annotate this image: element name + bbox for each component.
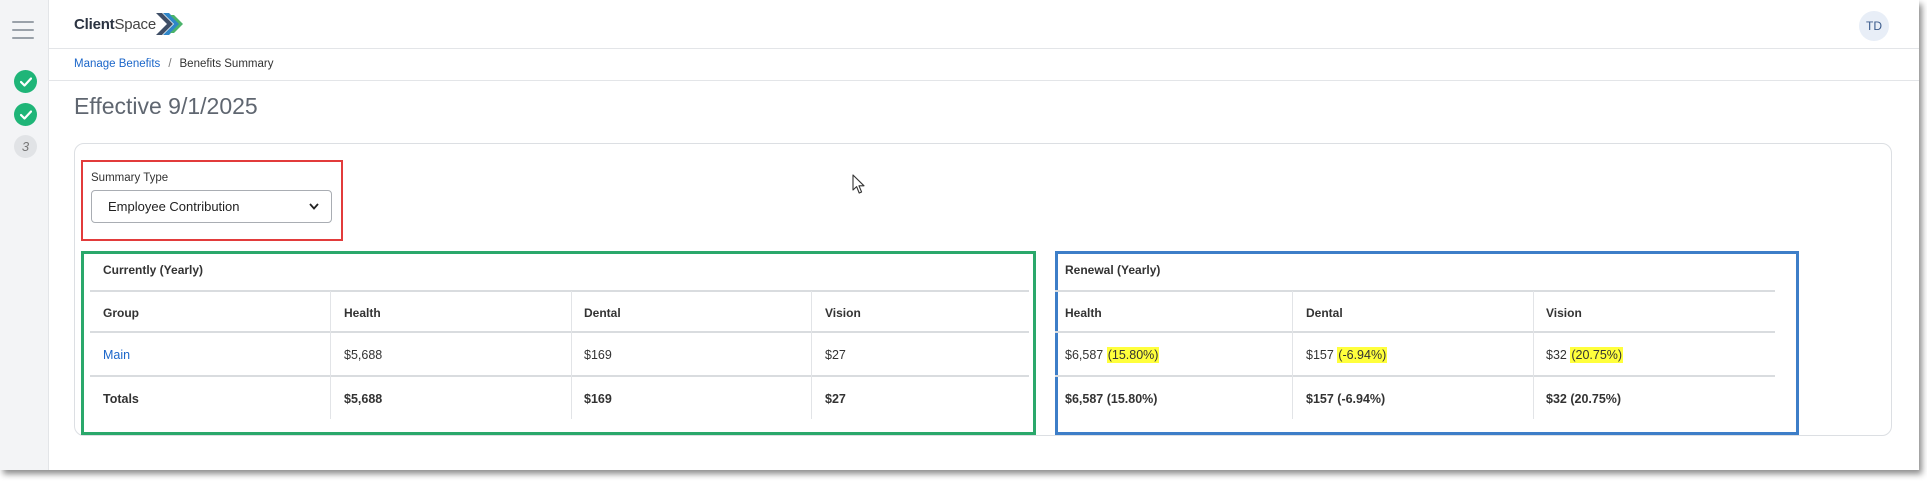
summary-type-select[interactable]: Employee Contribution xyxy=(91,190,332,223)
renewal-health-change-badge: (15.80%) xyxy=(1106,347,1160,363)
renewal-col-header-dental: Dental xyxy=(1306,306,1343,320)
summary-type-label: Summary Type xyxy=(91,172,169,184)
breadcrumb-divider xyxy=(49,80,1919,81)
renewal-vision-change-badge: (20.75%) xyxy=(1570,347,1624,363)
logo-text-bold: Client xyxy=(74,15,115,33)
mouse-pointer-icon xyxy=(852,174,865,194)
current-header-bottom-line xyxy=(90,331,1029,333)
renewal-col-header-vision: Vision xyxy=(1546,306,1582,320)
step-3-indicator[interactable]: 3 xyxy=(14,135,37,158)
breadcrumb-manage-benefits-link[interactable]: Manage Benefits xyxy=(74,58,160,70)
table-row-group: Main xyxy=(103,348,130,362)
user-avatar[interactable]: TD xyxy=(1859,11,1889,41)
step-1-complete-icon[interactable] xyxy=(14,70,37,93)
breadcrumb: Manage Benefits / Benefits Summary xyxy=(74,58,273,70)
column-divider xyxy=(330,291,331,419)
renewal-health-value: $6,587 (15.80%) xyxy=(1065,347,1160,363)
top-header: ClientSpace TD xyxy=(49,0,1919,49)
current-health-total: $5,688 xyxy=(344,392,383,406)
page-title: Effective 9/1/2025 xyxy=(74,93,258,119)
renewal-dental-change-badge: (-6.94%) xyxy=(1337,347,1388,363)
renewal-totals-line xyxy=(1055,375,1775,377)
renewal-table-title: Renewal (Yearly) xyxy=(1065,263,1161,277)
renewal-vision-value: $32 (20.75%) xyxy=(1546,347,1624,363)
left-rail: 3 xyxy=(0,0,49,470)
current-vision-total: $27 xyxy=(825,392,846,406)
column-divider xyxy=(571,291,572,419)
column-divider xyxy=(811,291,812,419)
step-2-complete-icon[interactable] xyxy=(14,103,37,126)
renewal-health-amount: $6,587 xyxy=(1065,348,1104,362)
renewal-dental-value: $157 (-6.94%) xyxy=(1306,347,1388,363)
breadcrumb-current: Benefits Summary xyxy=(179,58,274,70)
current-table-highlight-box xyxy=(81,251,1036,435)
logo-chevrons-icon xyxy=(156,13,184,35)
breadcrumb-separator: / xyxy=(168,58,172,70)
app-window: 3 ClientSpace TD Manage Benefits / Benef… xyxy=(0,0,1919,470)
renewal-table-highlight-box xyxy=(1055,251,1799,435)
current-dental-value: $169 xyxy=(584,348,612,362)
clientspace-logo[interactable]: ClientSpace xyxy=(74,10,184,38)
renewal-header-top-line xyxy=(1055,290,1775,292)
hamburger-menu-icon[interactable] xyxy=(12,21,34,39)
col-header-vision: Vision xyxy=(825,306,861,320)
current-health-value: $5,688 xyxy=(344,348,383,362)
renewal-header-bottom-line xyxy=(1055,331,1775,333)
renewal-vision-amount: $32 xyxy=(1546,348,1567,362)
totals-label: Totals xyxy=(103,392,139,406)
column-divider xyxy=(1292,291,1293,419)
renewal-vision-total: $32 (20.75%) xyxy=(1546,392,1622,406)
current-dental-total: $169 xyxy=(584,392,612,406)
summary-type-value: Employee Contribution xyxy=(108,199,240,214)
renewal-dental-total: $157 (-6.94%) xyxy=(1306,392,1386,406)
logo-text-thin: Space xyxy=(114,15,157,33)
current-header-top-line xyxy=(90,290,1029,292)
renewal-dental-amount: $157 xyxy=(1306,348,1334,362)
chevron-down-icon xyxy=(309,203,319,210)
renewal-health-total: $6,587 (15.80%) xyxy=(1065,392,1158,406)
col-header-health: Health xyxy=(344,306,381,320)
col-header-dental: Dental xyxy=(584,306,621,320)
col-header-group: Group xyxy=(103,306,139,320)
current-totals-line xyxy=(90,375,1029,377)
group-main-link[interactable]: Main xyxy=(103,348,130,362)
column-divider xyxy=(1533,291,1534,419)
current-table-title: Currently (Yearly) xyxy=(103,263,204,277)
renewal-col-header-health: Health xyxy=(1065,306,1102,320)
current-vision-value: $27 xyxy=(825,348,846,362)
